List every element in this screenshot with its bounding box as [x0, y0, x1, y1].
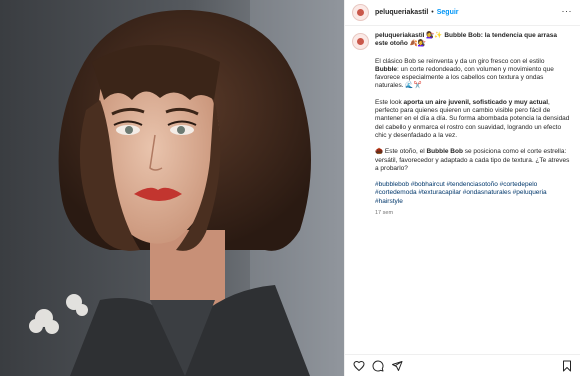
caption-username[interactable]: peluqueriakastil [375, 32, 425, 39]
p1-bold: Bubble [375, 65, 398, 73]
comment-icon[interactable] [372, 360, 384, 372]
caption-text: peluqueriakastil 💇‍♀️✨ Bubble Bob: la te… [375, 32, 570, 217]
p3-text-a: 🌰 Este otoño, el [375, 148, 427, 156]
p1-text-b: : un corte redondeado, con volumen y mov… [375, 65, 554, 90]
heart-icon[interactable] [353, 360, 365, 372]
post-photo[interactable] [0, 0, 344, 376]
follow-button[interactable]: Seguir [437, 9, 459, 16]
timestamp[interactable]: 17 sem [375, 209, 570, 217]
post-header: peluqueriakastil • Seguir ··· [345, 0, 580, 26]
caption-avatar[interactable] [352, 33, 369, 50]
action-bar [345, 354, 580, 376]
title-emojis: 💇‍♀️✨ [426, 32, 443, 39]
username-link[interactable]: peluqueriakastil [375, 9, 428, 16]
p2-bold: aporta un aire juvenil, sofisticado y mu… [403, 98, 549, 106]
separator-dot: • [431, 9, 434, 16]
hashtags[interactable]: #bubblebob #bobhaircut #tendenciasotoño … [375, 181, 570, 206]
caption: peluqueriakastil 💇‍♀️✨ Bubble Bob: la te… [352, 32, 574, 217]
post-side-panel: peluqueriakastil • Seguir ··· peluqueria… [344, 0, 580, 376]
p2-text-a: Este look [375, 98, 404, 106]
more-options-icon[interactable]: ··· [562, 6, 573, 16]
share-icon[interactable] [391, 360, 403, 372]
p3-bold: Bubble Bob [426, 148, 463, 156]
avatar[interactable] [352, 4, 369, 21]
caption-paragraph-1: El clásico Bob se reinventa y da un giro… [375, 58, 570, 91]
caption-paragraph-2: Este look aporta un aire juvenil, sofist… [375, 99, 570, 140]
caption-paragraph-3: 🌰 Este otoño, el Bubble Bob se posiciona… [375, 148, 570, 173]
p1-text-a: El clásico Bob se reinventa y da un giro… [375, 57, 545, 65]
bookmark-icon[interactable] [561, 360, 573, 372]
post-image [0, 0, 344, 376]
title-end-emojis: 🍂💇‍♀️ [409, 40, 426, 48]
